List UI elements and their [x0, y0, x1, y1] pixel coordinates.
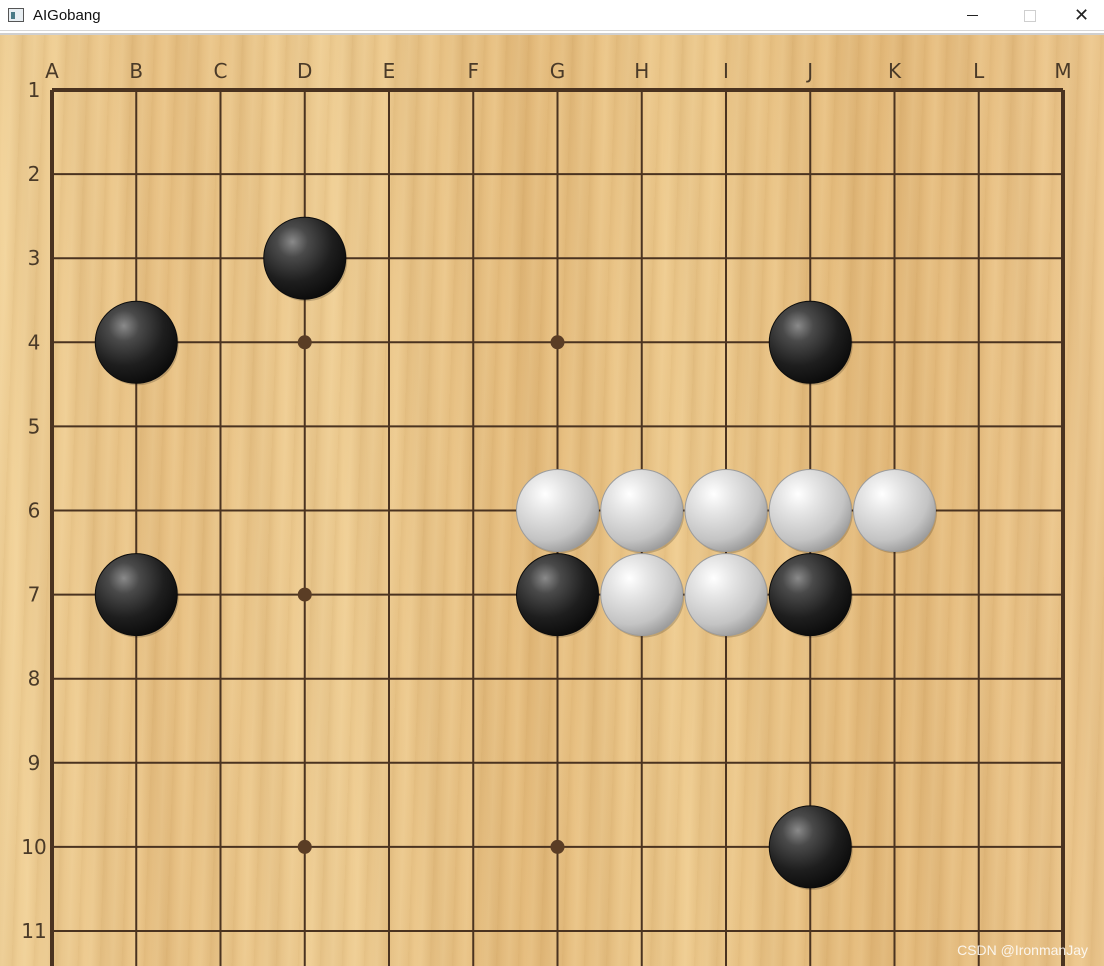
watermark-text: CSDN @IronmanJay	[957, 942, 1088, 958]
row-label-9: 9	[28, 751, 41, 775]
star-point-G4	[550, 335, 565, 350]
column-label-A: A	[45, 59, 59, 83]
white-stone-H6	[600, 469, 684, 552]
column-label-G: G	[550, 59, 566, 83]
column-label-C: C	[214, 59, 228, 83]
column-label-M: M	[1054, 59, 1071, 83]
row-label-10: 10	[21, 835, 46, 859]
row-label-6: 6	[28, 499, 41, 523]
black-stone-G7	[516, 553, 599, 637]
maximize-button[interactable]	[1001, 0, 1059, 31]
white-stone-H7	[600, 553, 684, 637]
star-point-D7	[297, 587, 312, 602]
maximize-icon	[1024, 9, 1036, 22]
white-stone-K6	[853, 469, 936, 552]
white-stone-J6	[768, 469, 852, 552]
row-label-8: 8	[28, 667, 41, 691]
column-label-K: K	[888, 59, 902, 83]
column-label-F: F	[467, 59, 479, 83]
row-label-5: 5	[28, 414, 41, 438]
black-stone-J4	[768, 300, 852, 384]
board-svg[interactable]: A B C D E F G H I J K L M 1 2 3 4 5 6 7 8 9 10 11	[0, 35, 1104, 966]
row-label-7: 7	[28, 583, 41, 607]
title-bar: AIGobang ✕	[0, 0, 1104, 31]
black-stone-J10	[768, 805, 852, 889]
close-button[interactable]: ✕	[1059, 0, 1104, 31]
minimize-icon	[966, 15, 978, 16]
black-stone-D3	[263, 216, 347, 300]
minimize-button[interactable]	[943, 0, 1001, 31]
star-point-D4	[297, 335, 312, 350]
game-board[interactable]: A B C D E F G H I J K L M 1 2 3 4 5 6 7 8 9 10 11 CSDN @Ironman…	[0, 33, 1104, 966]
black-stone-B7	[94, 553, 178, 637]
star-point-D10	[297, 839, 312, 854]
window-title: AIGobang	[33, 6, 101, 24]
star-point-G10	[550, 839, 565, 854]
column-label-H: H	[634, 59, 649, 83]
close-icon: ✕	[1073, 5, 1090, 26]
column-label-D: D	[297, 59, 312, 83]
column-label-I: I	[723, 59, 729, 83]
row-label-11: 11	[21, 919, 46, 943]
white-stone-I7	[684, 553, 768, 637]
column-label-B: B	[129, 59, 143, 83]
column-label-E: E	[383, 59, 396, 83]
white-stone-G6	[516, 469, 599, 552]
black-stone-J7	[768, 553, 852, 637]
column-label-J: J	[805, 59, 813, 83]
row-label-3: 3	[28, 246, 41, 270]
white-stone-I6	[684, 469, 768, 552]
column-label-L: L	[973, 59, 985, 83]
row-label-4: 4	[28, 330, 41, 354]
app-icon	[8, 8, 24, 22]
row-label-2: 2	[28, 162, 41, 186]
black-stone-B4	[94, 300, 178, 384]
row-label-1: 1	[28, 78, 41, 102]
